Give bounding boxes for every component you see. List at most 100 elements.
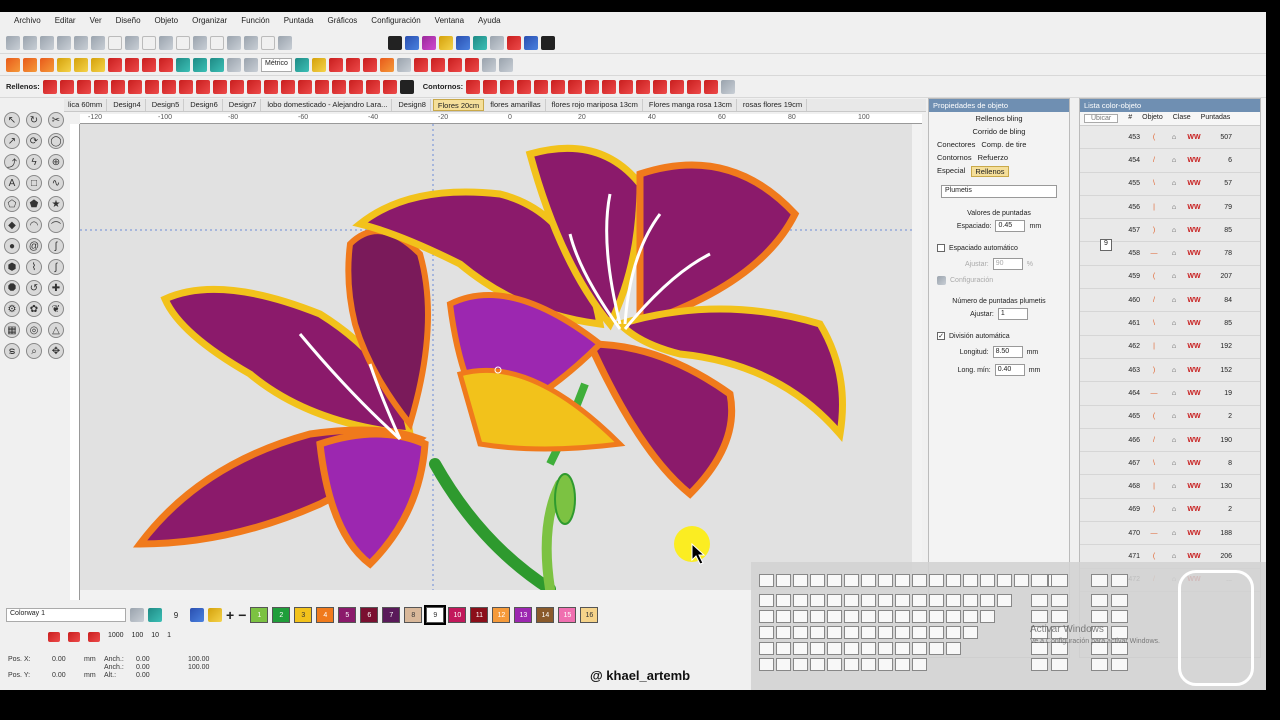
hook-icon[interactable]: ʃ bbox=[48, 238, 64, 254]
tool-satin-icon[interactable] bbox=[23, 57, 37, 72]
menu-item-10[interactable]: Ventana bbox=[435, 16, 464, 30]
outline-type-11-icon[interactable] bbox=[636, 79, 651, 94]
tool-branch-icon[interactable] bbox=[328, 57, 343, 72]
color-swatch[interactable]: 7 bbox=[382, 607, 401, 623]
scale-icon[interactable] bbox=[125, 35, 139, 50]
design-canvas[interactable] bbox=[80, 124, 912, 600]
color-object-row[interactable]: 469) ⌂ WW 2 bbox=[1080, 499, 1260, 523]
dot-icon[interactable]: ● bbox=[4, 238, 20, 254]
color-object-row[interactable]: 455 \ ⌂ WW 57 bbox=[1080, 173, 1260, 196]
menu-item-9[interactable]: Configuración bbox=[371, 16, 420, 30]
menu-item-0[interactable]: Archivo bbox=[14, 16, 41, 30]
palette-shirt-icon[interactable] bbox=[148, 608, 162, 622]
grid-icon[interactable]: ▦ bbox=[4, 322, 20, 338]
color-object-row[interactable]: 461 \ ⌂ WW 85 bbox=[1080, 312, 1260, 336]
fill-type-14-icon[interactable] bbox=[263, 79, 278, 94]
menu-item-4[interactable]: Objeto bbox=[155, 16, 179, 30]
needle-icon[interactable] bbox=[507, 35, 521, 50]
view-3d-icon[interactable] bbox=[473, 35, 487, 50]
print-icon[interactable] bbox=[541, 35, 555, 50]
color-object-row[interactable]: 464 — ⌂ WW 19 bbox=[1080, 382, 1260, 406]
tool-monogram-icon[interactable] bbox=[125, 57, 139, 72]
tool-table-icon[interactable] bbox=[244, 57, 258, 72]
text-tool-icon[interactable]: A bbox=[4, 175, 20, 191]
leaf-icon[interactable]: ❦ bbox=[48, 301, 64, 317]
hoop-icon[interactable] bbox=[405, 35, 419, 50]
outline-type-14-icon[interactable] bbox=[687, 79, 702, 94]
color-swatch[interactable]: 8 bbox=[404, 607, 423, 623]
triangle-icon[interactable]: △ bbox=[48, 322, 64, 338]
outline-type-15-icon[interactable] bbox=[704, 79, 719, 94]
stitch-player-icon[interactable] bbox=[456, 35, 470, 50]
document-tab[interactable]: Design4 bbox=[109, 99, 146, 111]
color-object-row[interactable]: 454 / ⌂ WW 6 bbox=[1080, 149, 1260, 173]
color-swatch[interactable]: 10 bbox=[448, 607, 467, 623]
info-icon[interactable] bbox=[388, 35, 402, 50]
curve-icon[interactable]: ⌒ bbox=[48, 217, 64, 233]
rotate-node-icon[interactable]: ⟳ bbox=[26, 133, 42, 149]
config-icon[interactable] bbox=[937, 276, 946, 285]
circle-arrow-icon[interactable]: ↺ bbox=[26, 280, 42, 296]
tool-color-icon[interactable] bbox=[193, 57, 207, 72]
palette-edit-icon[interactable] bbox=[130, 608, 144, 622]
tab-conectores[interactable]: Conectores bbox=[937, 140, 975, 149]
color-swatch[interactable]: 6 bbox=[360, 607, 379, 623]
color-swatch[interactable]: 1 bbox=[250, 607, 269, 623]
color-swatch[interactable]: 12 bbox=[492, 607, 511, 623]
outline-type-9-icon[interactable] bbox=[602, 79, 617, 94]
fill-type-c-icon[interactable] bbox=[399, 79, 414, 94]
tool-hand-icon[interactable] bbox=[74, 57, 88, 72]
swirl-icon[interactable]: ຣ bbox=[4, 343, 20, 359]
division-checkbox[interactable]: ✓ bbox=[937, 332, 945, 340]
color-swatch[interactable]: 15 bbox=[558, 607, 577, 623]
gear-icon[interactable]: ⚙ bbox=[4, 301, 20, 317]
rectangle-icon[interactable]: □ bbox=[26, 175, 42, 191]
tab-refuerzo[interactable]: Refuerzo bbox=[978, 153, 1008, 162]
step-10[interactable]: 10 bbox=[151, 632, 159, 642]
tool-sequin-icon[interactable] bbox=[379, 57, 394, 72]
distribute-icon[interactable] bbox=[40, 35, 54, 50]
color-swatch[interactable]: 13 bbox=[514, 607, 533, 623]
polygon-icon[interactable]: ⬠ bbox=[4, 196, 20, 212]
outline-type-8-icon[interactable] bbox=[585, 79, 600, 94]
tool-tshirt-icon[interactable] bbox=[176, 57, 190, 72]
tool-run-icon[interactable] bbox=[40, 57, 54, 72]
branch-icon[interactable]: ⤴ bbox=[4, 154, 20, 170]
document-tab[interactable]: Design6 bbox=[186, 99, 223, 111]
fill-type-1-icon[interactable] bbox=[42, 79, 57, 94]
add-color-icon[interactable]: + bbox=[226, 607, 234, 623]
fill-type-2-icon[interactable] bbox=[59, 79, 74, 94]
fill-type-20-icon[interactable] bbox=[365, 79, 380, 94]
tool-cut-icon[interactable] bbox=[413, 57, 428, 72]
tool-applique-icon[interactable] bbox=[91, 57, 105, 72]
document-tab[interactable]: Design5 bbox=[148, 99, 185, 111]
outline-type-4-icon[interactable] bbox=[517, 79, 532, 94]
ajustar-input[interactable]: 90 bbox=[992, 258, 1023, 270]
espaciado-auto-checkbox[interactable] bbox=[937, 244, 945, 252]
zoom-icon[interactable] bbox=[278, 35, 292, 50]
thread-icon[interactable] bbox=[439, 35, 453, 50]
fill-type-13-icon[interactable] bbox=[246, 79, 261, 94]
color-swatch[interactable]: 14 bbox=[536, 607, 555, 623]
tool-wave-icon[interactable] bbox=[430, 57, 445, 72]
document-tab[interactable]: flores rojo mariposa 13cm bbox=[548, 99, 643, 111]
color-object-row[interactable]: 456 | ⌂ WW 79 bbox=[1080, 196, 1260, 220]
fill-type-6-icon[interactable] bbox=[127, 79, 142, 94]
document-tab[interactable]: flores amarillas bbox=[486, 99, 546, 111]
color-object-row[interactable]: 466 / ⌂ WW 190 bbox=[1080, 429, 1260, 453]
star-icon[interactable]: ★ bbox=[48, 196, 64, 212]
document-tab[interactable]: rosas flores 19cm bbox=[739, 99, 808, 111]
color-object-row[interactable]: 460 / ⌂ WW 84 bbox=[1080, 289, 1260, 313]
color-object-row[interactable]: 463) ⌂ WW 152 bbox=[1080, 359, 1260, 383]
menu-item-5[interactable]: Organizar bbox=[192, 16, 227, 30]
color-swatch[interactable]: 11 bbox=[470, 607, 489, 623]
spiral-icon[interactable]: @ bbox=[26, 238, 42, 254]
tool-heart-icon[interactable] bbox=[464, 57, 479, 72]
fill-type-3-icon[interactable] bbox=[76, 79, 91, 94]
tool-lettering-icon[interactable] bbox=[108, 57, 122, 72]
tool-grid-icon[interactable] bbox=[227, 57, 241, 72]
tool-fill-icon[interactable] bbox=[6, 57, 20, 72]
tab-contornos[interactable]: Contornos bbox=[937, 153, 972, 162]
knife-icon[interactable]: ✂ bbox=[48, 112, 64, 128]
tool-cube-icon[interactable] bbox=[481, 57, 496, 72]
